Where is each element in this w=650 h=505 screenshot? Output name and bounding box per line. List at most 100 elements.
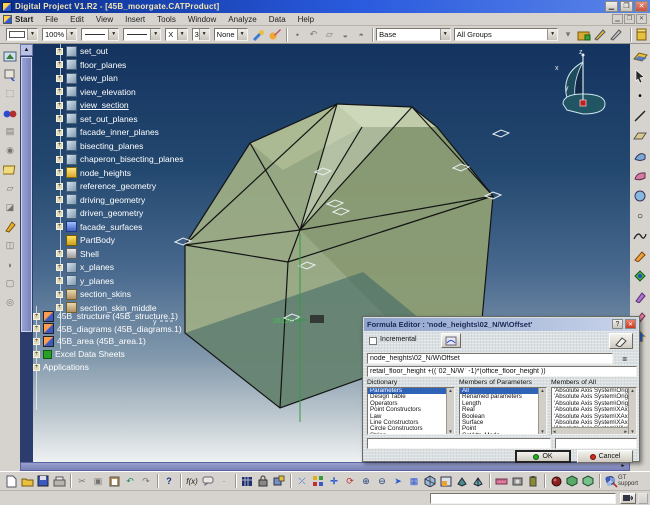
expand-icon[interactable] — [56, 210, 63, 217]
expand-icon[interactable] — [33, 364, 40, 371]
list-item[interactable]: String — [368, 433, 454, 435]
line-type-combo[interactable] — [123, 28, 161, 41]
tree-item-chaperon_bisecting_planes[interactable]: chaperon_bisecting_planes — [56, 153, 184, 165]
tree-item-applications[interactable]: Applications — [33, 361, 89, 373]
menu-file[interactable]: File — [39, 13, 64, 26]
expand-icon[interactable] — [56, 250, 63, 257]
incremental-checkbox[interactable] — [369, 337, 377, 345]
expand-icon[interactable] — [56, 88, 63, 95]
expand-icon[interactable] — [33, 351, 40, 358]
menu-analyze[interactable]: Analyze — [222, 13, 262, 26]
restore-button[interactable]: ❒ — [620, 1, 633, 12]
point-tool-icon[interactable]: • — [632, 88, 648, 104]
expand-icon[interactable] — [56, 142, 63, 149]
expand-icon[interactable] — [56, 75, 63, 82]
tree-item-facade_inner_planes[interactable]: facade_inner_planes — [56, 126, 159, 138]
notes-icon[interactable] — [3, 162, 18, 177]
dialog-title-bar[interactable]: Formula Editor : 'node_heights\02_N/W\Of… — [364, 318, 638, 331]
surface-workbench-icon[interactable] — [632, 48, 648, 64]
tree-item-y_planes[interactable]: y_planes — [56, 275, 114, 287]
measure-item-icon[interactable] — [494, 474, 508, 488]
roll-icon-disabled[interactable]: ◎ — [3, 295, 18, 310]
expand-icon[interactable] — [33, 313, 40, 320]
unit-field[interactable] — [555, 438, 637, 449]
battery-icon[interactable] — [526, 474, 540, 488]
knife-tool2-icon[interactable] — [609, 27, 623, 42]
expand-icon[interactable] — [56, 156, 63, 163]
list-hscrollbar[interactable]: ◄► — [552, 427, 628, 434]
expand-icon[interactable] — [33, 338, 40, 345]
formula-expression-field[interactable] — [367, 366, 637, 377]
command-history-button[interactable] — [638, 493, 648, 504]
select-cursor-icon[interactable] — [632, 68, 648, 84]
iso-view-icon[interactable] — [423, 474, 437, 488]
tree-item-set_out[interactable]: set_out — [56, 45, 108, 57]
render-material-icon[interactable] — [549, 474, 563, 488]
thickness-combo[interactable]: 3 — [192, 28, 210, 41]
erase-formula-button[interactable] — [609, 333, 633, 349]
list-icon-disabled[interactable]: ▤ — [3, 124, 18, 139]
menu-start[interactable]: Start — [0, 13, 39, 26]
cancel-button[interactable]: Cancel — [577, 450, 633, 463]
members-all-list[interactable]: 'Absolute Axis System\Origin\X' 'Absolut… — [551, 387, 637, 435]
menu-window[interactable]: Window — [182, 13, 222, 26]
dictionary-wizard-button[interactable] — [441, 333, 461, 348]
tree-item-node_heights[interactable]: node_heights — [56, 167, 131, 179]
rotate-icon[interactable]: ⟳ — [343, 474, 357, 488]
knife-tool-icon[interactable] — [593, 27, 607, 42]
formula-fx-icon[interactable]: f(x) — [185, 474, 199, 488]
groups-combo[interactable]: All Groups — [454, 28, 558, 41]
render-cube-icon[interactable] — [565, 474, 579, 488]
magnet-icon-disabled[interactable]: ◒ — [338, 27, 352, 42]
tree-item-Shell[interactable]: Shell — [56, 248, 99, 260]
redo-icon-disabled[interactable]: ↷ — [139, 474, 153, 488]
spline-tool-icon[interactable] — [632, 228, 648, 244]
expand-icon[interactable] — [56, 264, 63, 271]
expand-icon[interactable] — [56, 61, 63, 68]
scroll-thumb[interactable] — [21, 57, 32, 332]
selection-box-icon[interactable]: ⬚ — [3, 86, 18, 101]
tree-item-driven_geometry[interactable]: driven_geometry — [56, 207, 143, 219]
undo-arrow-icon-disabled[interactable]: ↶ — [306, 27, 320, 42]
lock-parameter-icon[interactable] — [256, 474, 270, 488]
search-binoculars-icon[interactable] — [3, 105, 18, 120]
print-icon[interactable] — [52, 474, 66, 488]
normal-view-icon[interactable]: ▦ — [407, 474, 421, 488]
pen-tool-icon[interactable] — [632, 288, 648, 304]
comment-balloon-icon[interactable] — [201, 474, 215, 488]
tree-item-bisecting_planes[interactable]: bisecting_planes — [56, 140, 143, 152]
layer-combo[interactable]: None — [214, 28, 248, 41]
preview-icon-disabled[interactable]: ◉ — [3, 143, 18, 158]
whats-this-help-icon[interactable]: ? — [162, 474, 176, 488]
extrude-tool-icon[interactable] — [632, 148, 648, 164]
expand-icon[interactable] — [56, 129, 63, 136]
tree-item-45B_area[interactable]: 45B_area (45B_area.1) — [33, 335, 146, 347]
child-close-button[interactable]: ✕ — [636, 14, 647, 24]
zoom-in-icon[interactable]: ⊕ — [359, 474, 373, 488]
save-icon[interactable] — [36, 474, 50, 488]
ok-button[interactable]: OK — [515, 450, 571, 463]
shading-edges-icon[interactable] — [471, 474, 485, 488]
tree-item-section_skins[interactable]: section_skins — [56, 288, 131, 300]
expand-icon[interactable] — [56, 223, 63, 230]
tree-item-45B_structure[interactable]: 45B_structure (45B_structure.1) — [33, 310, 178, 322]
paste-icon[interactable] — [107, 474, 121, 488]
graphic-wizard-icon[interactable] — [268, 27, 282, 42]
tree-item-view_elevation[interactable]: view_elevation — [56, 86, 136, 98]
point-symbol-combo[interactable]: X — [165, 28, 187, 41]
tree-item-floor_planes[interactable]: floor_planes — [56, 59, 126, 71]
compass-pen-icon[interactable] — [3, 219, 18, 234]
eraser-icon-disabled[interactable]: ▱ — [322, 27, 336, 42]
plane-tool-icon[interactable] — [632, 128, 648, 144]
sketch-tool-icon[interactable] — [632, 248, 648, 264]
result-field[interactable] — [367, 438, 551, 449]
menu-edit[interactable]: Edit — [64, 13, 90, 26]
dialog-help-button[interactable]: ? — [612, 319, 623, 329]
revolve-tool-icon[interactable] — [632, 168, 648, 184]
shading-icon[interactable] — [455, 474, 469, 488]
tree-item-reference_geometry[interactable]: reference_geometry — [56, 180, 156, 192]
menu-help[interactable]: Help — [292, 13, 320, 26]
small-dot-icon-disabled[interactable]: · — [217, 474, 231, 488]
magnet2-icon-disabled[interactable]: ◓ — [354, 27, 368, 42]
measure-inertia-icon[interactable] — [510, 474, 524, 488]
